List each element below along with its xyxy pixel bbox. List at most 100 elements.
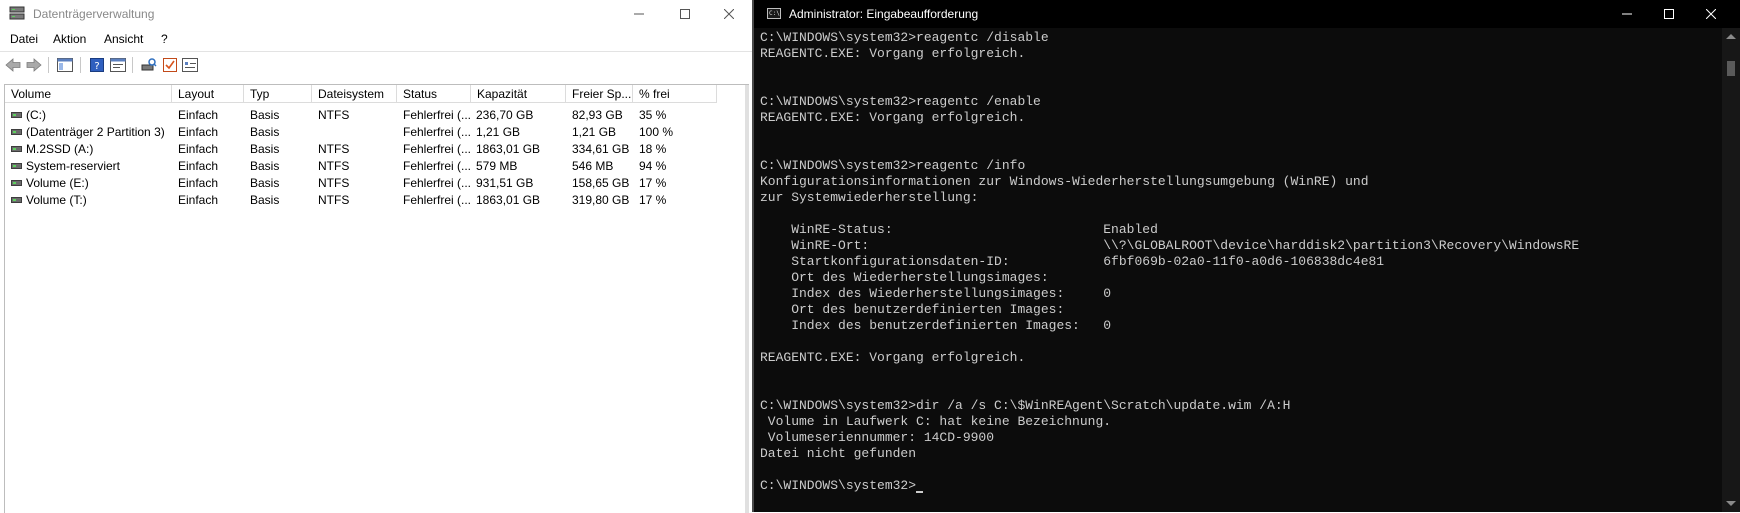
- column-header-volume[interactable]: Volume: [5, 85, 172, 103]
- cmd-app-icon: C:\: [767, 8, 781, 19]
- view-icon: [182, 58, 198, 72]
- text-cursor: [916, 491, 923, 493]
- cmd-vertical-scrollbar[interactable]: [1722, 28, 1740, 512]
- console-line: Ort des benutzerdefinierten Images:: [760, 302, 1065, 317]
- console-line: Ort des Wiederherstellungsimages:: [760, 270, 1049, 285]
- cell-status: Fehlerfrei (...: [403, 159, 472, 173]
- cell-prozent-frei: 35 %: [639, 108, 667, 122]
- cmd-minimize-button[interactable]: [1604, 0, 1650, 28]
- table-row[interactable]: System-reserviert Einfach Basis NTFS Feh…: [5, 158, 745, 175]
- menu-aktion[interactable]: Aktion: [53, 32, 86, 46]
- cell-kapazitaet: 1863,01 GB: [476, 193, 541, 207]
- scroll-up-icon[interactable]: [1726, 34, 1736, 39]
- drive-icon: [11, 112, 22, 118]
- cmd-title-bar[interactable]: C:\ Administrator: Eingabeaufforderung: [754, 0, 1740, 28]
- console-tree-button[interactable]: [56, 56, 74, 74]
- console-line: Index des Wiederherstellungsimages: 0: [760, 286, 1112, 301]
- cell-dateisystem: NTFS: [318, 159, 350, 173]
- checklist-button[interactable]: [161, 56, 179, 74]
- cell-layout: Einfach: [178, 125, 219, 139]
- scroll-down-icon[interactable]: [1726, 501, 1736, 506]
- console-line: WinRE-Status: Enabled: [760, 222, 1158, 237]
- cell-status: Fehlerfrei (...: [403, 176, 472, 190]
- console-line: REAGENTC.EXE: Vorgang erfolgreich.: [760, 46, 1026, 61]
- cell-freier-speicher: 82,93 GB: [572, 108, 623, 122]
- cell-freier-speicher: 546 MB: [572, 159, 614, 173]
- table-row[interactable]: Volume (E:) Einfach Basis NTFS Fehlerfre…: [5, 175, 745, 192]
- cell-kapazitaet: 1,21 GB: [476, 125, 521, 139]
- column-header-typ[interactable]: Typ: [244, 85, 312, 103]
- console-line: WinRE-Ort: \\?\GLOBALROOT\device\harddis…: [760, 238, 1580, 253]
- window-title: Datenträgerverwaltung: [33, 7, 155, 21]
- cell-typ: Basis: [250, 193, 280, 207]
- disk-management-app-icon: [9, 6, 25, 20]
- cell-status: Fehlerfrei (...: [403, 142, 472, 156]
- minimize-icon: [634, 13, 644, 15]
- cell-prozent-frei: 17 %: [639, 193, 667, 207]
- cell-kapazitaet: 236,70 GB: [476, 108, 534, 122]
- back-button[interactable]: [4, 56, 22, 74]
- cell-prozent-frei: 17 %: [639, 176, 667, 190]
- toolbar: ?: [0, 51, 752, 78]
- table-row[interactable]: (Datenträger 2 Partition 3) Einfach Basi…: [5, 124, 745, 141]
- maximize-icon: [1664, 9, 1674, 19]
- column-header-status[interactable]: Status: [397, 85, 471, 103]
- toolbar-separator: [48, 57, 49, 73]
- rescan-disks-icon: [141, 58, 157, 71]
- table-row[interactable]: M.2SSD (A:) Einfach Basis NTFS Fehlerfre…: [5, 141, 745, 158]
- minimize-icon: [1622, 13, 1632, 15]
- cell-volume: Volume (T:): [26, 193, 87, 207]
- properties-icon: [110, 58, 126, 72]
- menu-ansicht[interactable]: Ansicht: [104, 32, 143, 46]
- column-header-kapazitaet[interactable]: Kapazität: [471, 85, 566, 103]
- title-bar[interactable]: Datenträgerverwaltung: [0, 0, 752, 30]
- cell-layout: Einfach: [178, 176, 219, 190]
- column-header-dateisystem[interactable]: Dateisystem: [312, 85, 397, 103]
- console-line: C:\WINDOWS\system32>reagentc /enable: [760, 94, 1041, 109]
- cell-volume: Volume (E:): [26, 176, 89, 190]
- console-line: C:\WINDOWS\system32>reagentc /disable: [760, 30, 1049, 45]
- rescan-button[interactable]: [140, 56, 158, 74]
- toolbar-separator: [132, 57, 133, 73]
- cell-volume: M.2SSD (A:): [26, 142, 94, 156]
- cell-kapazitaet: 1863,01 GB: [476, 142, 541, 156]
- cmd-close-button[interactable]: [1688, 0, 1734, 28]
- console-line: zur Systemwiederherstellung:: [760, 190, 979, 205]
- cell-typ: Basis: [250, 108, 280, 122]
- close-button[interactable]: [706, 0, 752, 28]
- column-header-freier-speicher[interactable]: Freier Sp...: [566, 85, 633, 103]
- cmd-maximize-button[interactable]: [1646, 0, 1692, 28]
- cell-kapazitaet: 931,51 GB: [476, 176, 534, 190]
- cell-dateisystem: NTFS: [318, 142, 350, 156]
- cell-dateisystem: NTFS: [318, 108, 350, 122]
- table-row[interactable]: (C:) Einfach Basis NTFS Fehlerfrei (... …: [5, 107, 745, 124]
- forward-button[interactable]: [25, 56, 43, 74]
- cell-typ: Basis: [250, 142, 280, 156]
- table-row[interactable]: Volume (T:) Einfach Basis NTFS Fehlerfre…: [5, 192, 745, 209]
- checklist-icon: [163, 58, 177, 72]
- cell-typ: Basis: [250, 159, 280, 173]
- vertical-scrollbar[interactable]: [745, 85, 749, 513]
- menu-help[interactable]: ?: [161, 32, 168, 46]
- menu-datei[interactable]: Datei: [10, 32, 38, 46]
- help-button[interactable]: ?: [88, 56, 106, 74]
- column-header-layout[interactable]: Layout: [172, 85, 244, 103]
- console-line: Volumeseriennummer: 14CD-9900: [760, 430, 995, 445]
- maximize-button[interactable]: [662, 0, 708, 28]
- forward-arrow-icon: [26, 58, 42, 72]
- close-icon: [1706, 9, 1716, 19]
- cell-prozent-frei: 100 %: [639, 125, 674, 139]
- scrollbar-thumb[interactable]: [1727, 61, 1735, 76]
- console-output[interactable]: C:\WINDOWS\system32>reagentc /disable REA…: [754, 28, 1722, 512]
- cell-layout: Einfach: [178, 142, 219, 156]
- console-line: Volume in Laufwerk C: hat keine Bezeichn…: [760, 414, 1112, 429]
- properties-button[interactable]: [109, 56, 127, 74]
- help-icon: ?: [90, 58, 104, 72]
- disk-management-window: Datenträgerverwaltung Datei Aktion Ansic…: [0, 0, 752, 513]
- column-header-prozent-frei[interactable]: % frei: [633, 85, 717, 103]
- console-line: REAGENTC.EXE: Vorgang erfolgreich.: [760, 110, 1026, 125]
- view-button[interactable]: [181, 56, 199, 74]
- drive-icon: [11, 129, 22, 135]
- cell-prozent-frei: 94 %: [639, 159, 667, 173]
- minimize-button[interactable]: [616, 0, 662, 28]
